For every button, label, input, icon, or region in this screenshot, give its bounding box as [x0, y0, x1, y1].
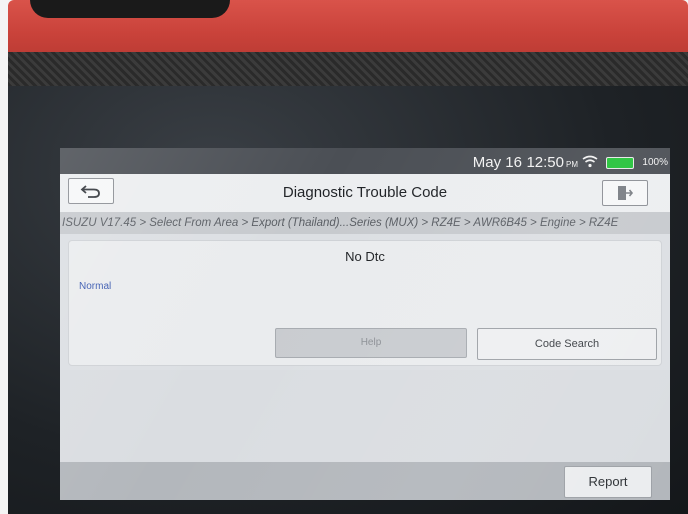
- dtc-title: No Dtc: [345, 249, 385, 264]
- help-button[interactable]: Help: [275, 328, 467, 358]
- status-date: May 16: [472, 154, 522, 171]
- device-grip: [8, 52, 688, 88]
- dtc-panel: No Dtc Normal Help Code Search: [68, 240, 662, 366]
- status-clock: 12:50: [526, 154, 564, 171]
- breadcrumb: ISUZU V17.45 > Select From Area > Export…: [60, 212, 670, 234]
- breadcrumb-text: ISUZU V17.45 > Select From Area > Export…: [62, 217, 619, 229]
- battery-level: 100%: [642, 157, 668, 168]
- code-search-button[interactable]: Code Search: [477, 328, 657, 360]
- exit-icon: [618, 186, 634, 200]
- battery-icon: [606, 157, 634, 169]
- exit-button[interactable]: [602, 180, 648, 206]
- report-button[interactable]: Report: [564, 466, 652, 498]
- title-bar: Diagnostic Trouble Code: [60, 174, 670, 213]
- status-bar: May 16 12:50 PM 100%: [60, 148, 670, 174]
- footer-bar: Report: [60, 462, 670, 500]
- content-area: [60, 370, 670, 462]
- status-ampm: PM: [566, 160, 578, 169]
- page-title: Diagnostic Trouble Code: [282, 184, 448, 201]
- wifi-icon: [582, 155, 598, 168]
- device-clip: [30, 0, 230, 18]
- screen: May 16 12:50 PM 100% Diagnostic Trouble C…: [60, 148, 670, 500]
- dtc-status: Normal: [79, 281, 112, 292]
- status-time: 12:50 PM: [526, 154, 578, 171]
